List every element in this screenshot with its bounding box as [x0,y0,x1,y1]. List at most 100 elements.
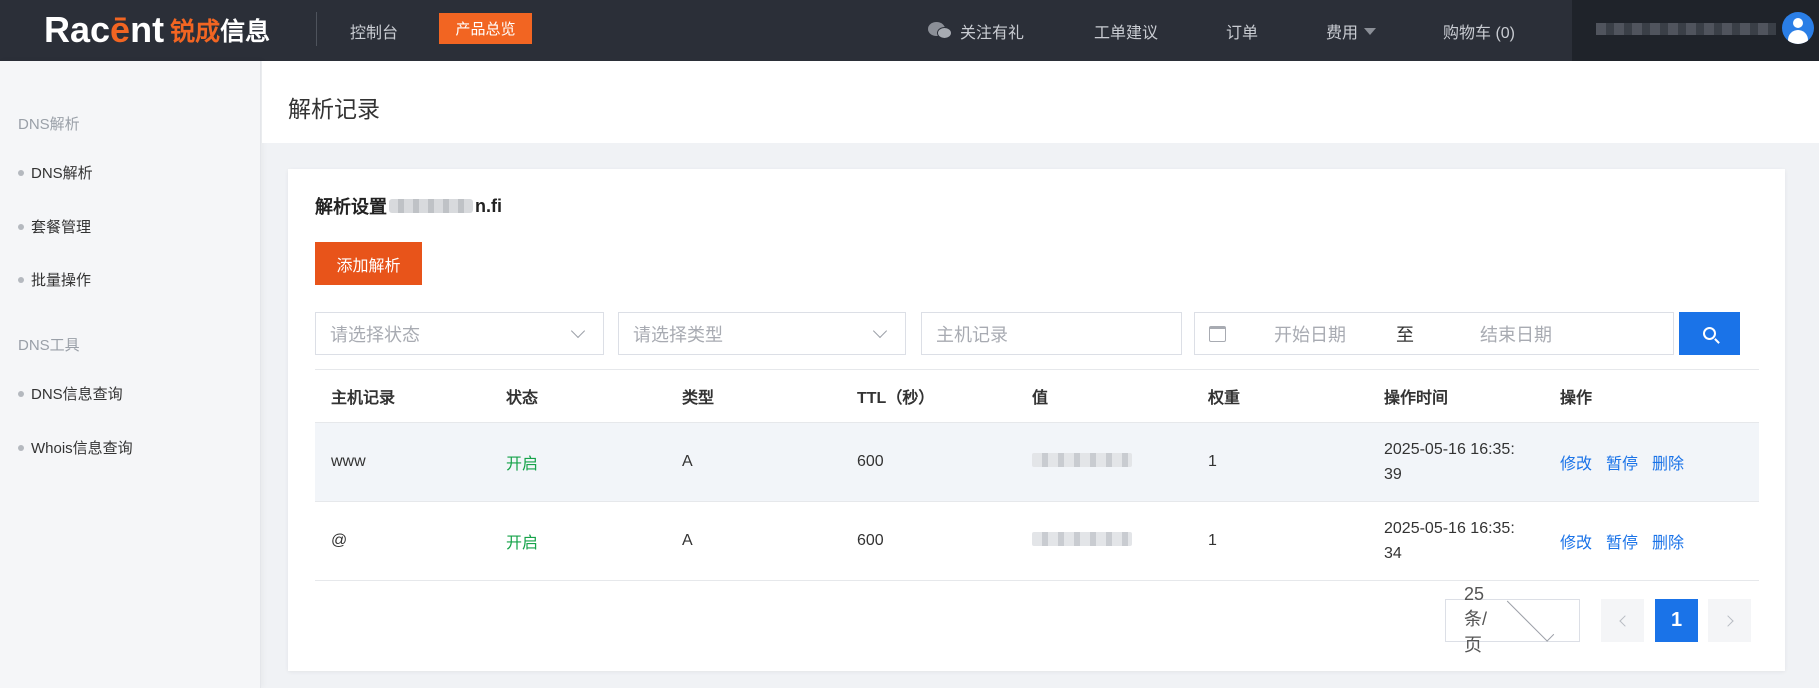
add-record-button[interactable]: 添加解析 [315,242,422,285]
cell-status: 开启 [506,535,539,552]
cell-time: 2025-05-16 16:35: 39 [1368,437,1544,487]
records-table: 主机记录 状态 类型 TTL（秒） 值 权重 操作时间 操作 www 开启 A … [315,369,1759,581]
sidebar-item-label: 批量操作 [31,272,92,289]
cell-ttl: 600 [857,532,884,549]
page-number-current[interactable]: 1 [1655,599,1698,642]
sidebar-group-dns: DNS解析 [18,116,80,133]
cell-weight: 1 [1208,532,1217,549]
chevron-left-icon [1618,614,1631,627]
sidebar-item-batch[interactable]: 批量操作 [18,269,91,290]
pause-link[interactable]: 暂停 [1606,535,1638,552]
sidebar-item-plan[interactable]: 套餐管理 [18,216,91,237]
sidebar-item-label: DNS信息查询 [31,386,123,403]
table-row: @ 开启 A 600 1 2025-05-16 16:35: 34 修改 暂停 删除 [315,502,1759,581]
search-icon [1703,327,1716,340]
col-ttl: TTL（秒） [857,390,935,407]
cell-type: A [682,453,693,470]
cell-type: A [682,532,693,549]
page-size-select[interactable]: 25条/页 [1445,584,1580,655]
edit-link[interactable]: 修改 [1560,456,1592,473]
bullet-icon [18,169,24,176]
type-placeholder: 请选择类型 [633,324,723,345]
chevron-down-icon [570,323,586,338]
masked-ip [1032,531,1132,546]
prev-page-button[interactable] [1601,599,1644,642]
table-header: 主机记录 状态 类型 TTL（秒） 值 权重 操作时间 操作 [315,369,1759,423]
sidebar-item-label: 套餐管理 [31,219,92,236]
col-actions: 操作 [1560,390,1593,407]
date-end-input[interactable]: 结束日期 [1480,321,1552,347]
sidebar-item-dns-resolve[interactable]: DNS解析 [18,162,93,183]
card-title-prefix: 解析设置 [315,197,387,217]
sidebar-item-whois[interactable]: Whois信息查询 [18,437,133,458]
host-input[interactable]: 主机记录 [921,312,1182,355]
cell-host: @ [331,532,348,549]
col-status: 状态 [506,390,539,407]
nav-product-overview[interactable]: 产品总览 [439,13,532,44]
nav-fee[interactable]: 费用 [1326,19,1377,43]
bullet-icon [18,444,24,451]
page-size-value: 25条/页 [1464,584,1488,655]
next-page-button[interactable] [1708,599,1751,642]
nav-order[interactable]: 订单 [1226,19,1258,43]
avatar[interactable] [1782,12,1814,44]
page-title: 解析记录 [288,96,380,122]
card-title: 解析设置 n.fi [315,193,502,219]
search-button[interactable] [1679,312,1740,355]
nav-ticket[interactable]: 工单建议 [1094,19,1158,43]
sidebar-item-label: DNS解析 [31,165,93,182]
page-header: 解析记录 [262,61,1819,143]
chevron-right-icon [1721,614,1734,627]
brand-logo[interactable]: Racēnt 锐成信息 [44,8,270,52]
bullet-icon [18,390,24,397]
status-placeholder: 请选择状态 [330,324,420,345]
bullet-icon [18,276,24,283]
records-card: 解析设置 n.fi 添加解析 请选择状态 请选择类型 主机记录 开始日期 至 结… [288,169,1785,671]
cell-time: 2025-05-16 16:35: 34 [1368,516,1544,566]
cell-value [1016,452,1192,472]
col-type: 类型 [682,390,715,407]
card-title-suffix: n.fi [475,195,502,216]
col-weight: 权重 [1208,390,1241,407]
nav-console[interactable]: 控制台 [350,19,398,43]
delete-link[interactable]: 删除 [1652,456,1684,473]
divider [316,12,317,46]
calendar-icon [1209,325,1226,342]
cell-host: www [331,453,366,470]
cell-time-line1: 2025-05-16 16:35: [1384,520,1515,537]
nav-wechat-gift[interactable]: 关注有礼 [928,19,1024,43]
nav-fee-label: 费用 [1326,25,1359,42]
chevron-down-icon [872,323,888,338]
table-row: www 开启 A 600 1 2025-05-16 16:35: 39 修改 暂停… [315,423,1759,502]
sidebar-item-dns-query[interactable]: DNS信息查询 [18,383,123,404]
host-placeholder: 主机记录 [936,324,1008,345]
cell-time-line1: 2025-05-16 16:35: [1384,441,1515,458]
pause-link[interactable]: 暂停 [1606,456,1638,473]
sidebar-item-label: Whois信息查询 [31,440,133,457]
bullet-icon [18,223,24,230]
cell-time-line2: 39 [1384,466,1402,483]
type-select[interactable]: 请选择类型 [618,312,906,355]
user-menu[interactable] [1572,0,1819,61]
masked-ip [1032,452,1132,467]
cell-value [1016,531,1192,551]
col-value: 值 [1032,390,1049,407]
col-host: 主机记录 [331,390,396,407]
date-range-picker[interactable]: 开始日期 至 结束日期 [1194,312,1674,355]
nav-cart[interactable]: 购物车 (0) [1443,19,1515,43]
logo-chinese: 锐成信息 [170,17,271,46]
cell-actions: 修改 暂停 删除 [1544,529,1759,553]
sidebar-group-tools: DNS工具 [18,337,80,354]
masked-domain [389,199,473,213]
cell-weight: 1 [1208,453,1217,470]
delete-link[interactable]: 删除 [1652,535,1684,552]
edit-link[interactable]: 修改 [1560,535,1592,552]
status-select[interactable]: 请选择状态 [315,312,604,355]
cell-ttl: 600 [857,453,884,470]
nav-wechat-label: 关注有礼 [960,25,1025,42]
cell-time-line2: 34 [1384,545,1402,562]
top-navbar: Racēnt 锐成信息 控制台 产品总览 关注有礼 工单建议 订单 费用 购物车… [0,0,1819,61]
col-time: 操作时间 [1384,390,1449,407]
date-start-input[interactable]: 开始日期 [1274,321,1346,347]
sidebar: DNS解析 DNS解析 套餐管理 批量操作 DNS工具 DNS信息查询 Whoi… [0,61,261,688]
